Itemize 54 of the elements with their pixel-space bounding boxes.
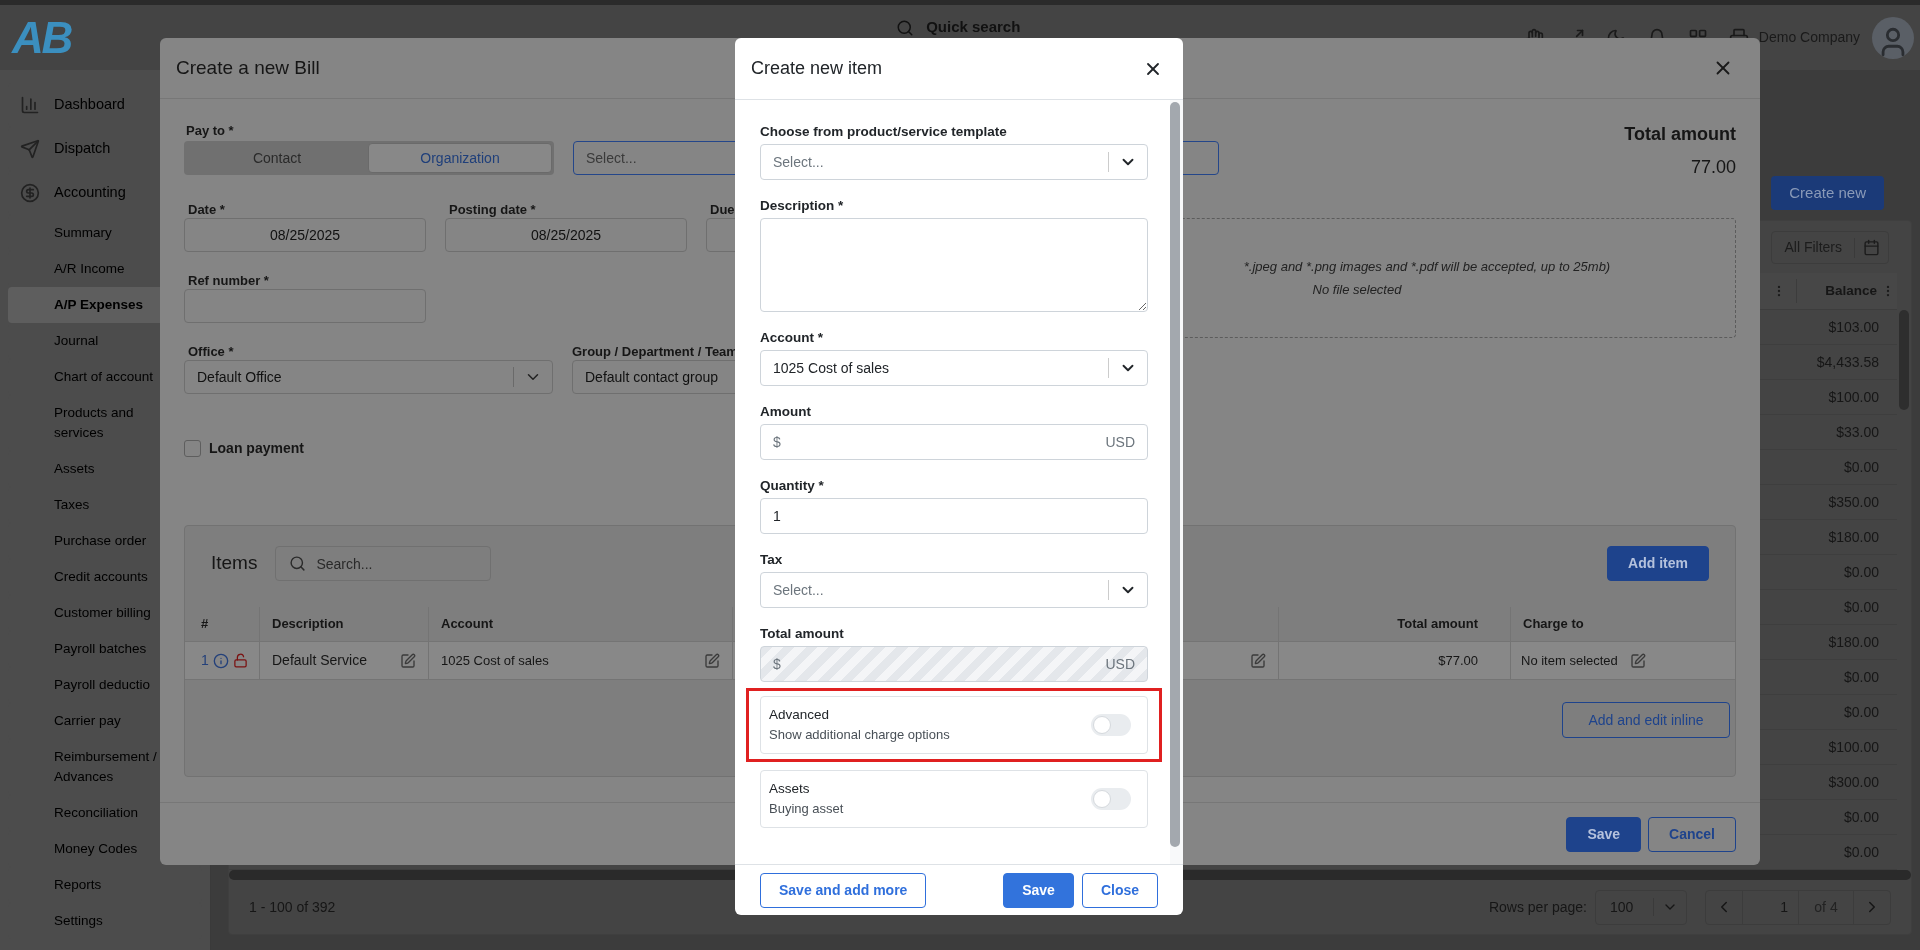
upload-status: No file selected bbox=[1312, 281, 1402, 299]
field-label: Quantity * bbox=[760, 477, 825, 494]
date-field[interactable]: 08/25/2025 bbox=[445, 218, 687, 252]
save-and-add-button[interactable]: Save and add more bbox=[760, 872, 927, 908]
close-button[interactable]: Close bbox=[1081, 872, 1158, 908]
field-label: Tax bbox=[760, 551, 784, 568]
field-label: Total amount bbox=[760, 625, 845, 642]
option-subtitle: Buying asset bbox=[769, 800, 844, 819]
add-inline-button[interactable]: Add and edit inline bbox=[1562, 702, 1730, 738]
logo: AB bbox=[12, 15, 72, 60]
row-number: 1 bbox=[201, 651, 209, 670]
column-header: Total amount bbox=[1397, 615, 1478, 634]
dropdown-field[interactable]: Select... bbox=[760, 572, 1148, 608]
dropdown-field[interactable]: Default Office bbox=[184, 360, 553, 394]
table-cell-text: 1025 Cost of sales bbox=[441, 651, 549, 670]
upload-hint: *.jpeg and *.png images and *.pdf will be accepted, up to 25mb) bbox=[1243, 257, 1611, 276]
currency-prefix: $ bbox=[773, 432, 781, 452]
section-title: Items bbox=[211, 551, 258, 576]
field-label: Account * bbox=[760, 329, 824, 346]
column-header: Charge to bbox=[1523, 615, 1584, 634]
currency-prefix: $ bbox=[773, 654, 781, 674]
currency-code: USD bbox=[1105, 432, 1135, 452]
cancel-button[interactable]: Cancel bbox=[1648, 816, 1736, 852]
field-label: Due bbox=[709, 201, 735, 218]
segment-option[interactable]: Organization bbox=[368, 143, 552, 173]
dropdown-field[interactable]: Select... bbox=[760, 144, 1148, 180]
column-header: Description bbox=[272, 615, 344, 634]
table-cell-text: $77.00 bbox=[1438, 651, 1478, 670]
add-item-button[interactable]: Add item bbox=[1607, 546, 1709, 581]
table-cell-text: Default Service bbox=[272, 651, 367, 670]
field-label: Choose from product/service template bbox=[760, 123, 1008, 140]
total-value: 77.00 bbox=[1690, 156, 1736, 179]
text-field[interactable]: 1 bbox=[760, 498, 1148, 534]
amount-field[interactable]: $ USD bbox=[760, 424, 1148, 460]
checkbox-label: Loan payment bbox=[209, 439, 304, 458]
dialog-title: Create new item bbox=[751, 57, 883, 80]
option-subtitle: Show additional charge options bbox=[769, 726, 950, 745]
search-field[interactable]: Search... bbox=[275, 546, 492, 581]
option-title: Assets bbox=[769, 780, 811, 799]
total-label: Total amount bbox=[1624, 123, 1736, 146]
save-button[interactable]: Save bbox=[1003, 872, 1074, 908]
field-label: Posting date * bbox=[448, 201, 536, 218]
column-header: Account bbox=[441, 615, 493, 634]
dialog-title: Create a new Bill bbox=[176, 55, 320, 80]
column-header: # bbox=[201, 615, 209, 634]
field-label: Amount bbox=[760, 403, 812, 420]
field-label: Description * bbox=[760, 197, 845, 214]
create-new-button[interactable]: Create new bbox=[1771, 176, 1884, 210]
table-cell-text: No item selected bbox=[1521, 651, 1618, 670]
date-field[interactable]: 08/25/2025 bbox=[184, 218, 426, 252]
currency-code: USD bbox=[1105, 654, 1135, 674]
dropdown-field[interactable]: 1025 Cost of sales bbox=[760, 350, 1148, 386]
save-button[interactable]: Save bbox=[1566, 816, 1642, 852]
option-title: Advanced bbox=[769, 706, 831, 725]
